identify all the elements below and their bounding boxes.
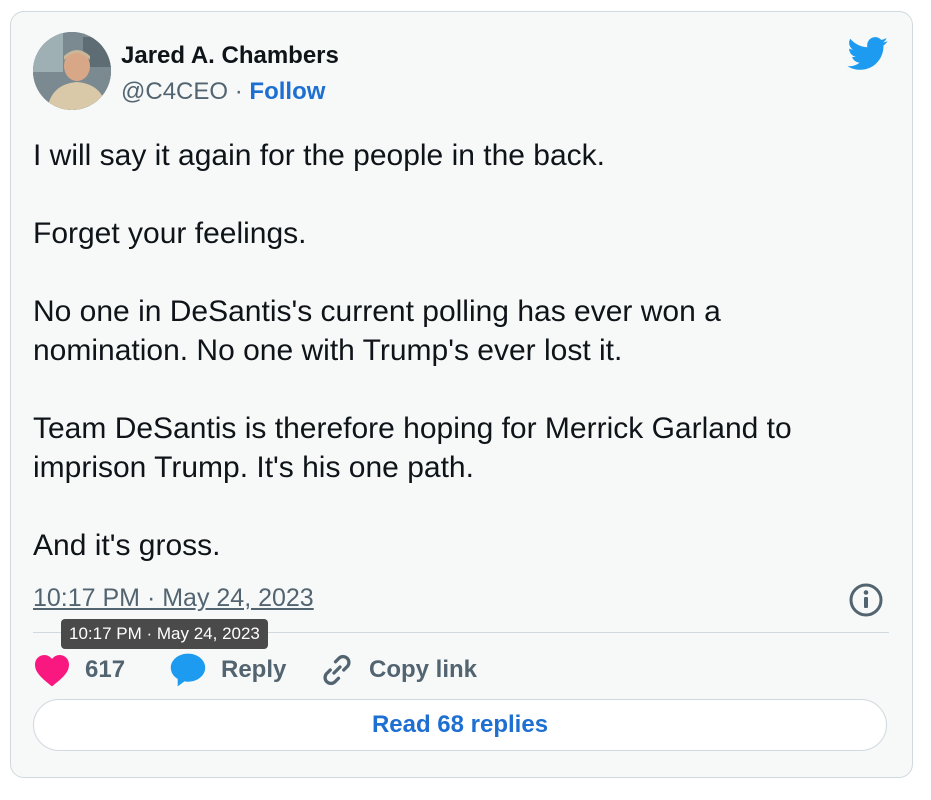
tweet-paragraph: No one in DeSantis's current polling has… [33,295,721,367]
tweet-paragraph: And it's gross. [33,529,221,562]
tweet-paragraph: Team DeSantis is therefore hoping for Me… [33,412,792,484]
avatar[interactable] [33,32,111,110]
speech-bubble-icon [170,653,206,687]
like-button[interactable]: 617 [33,650,125,690]
reply-button[interactable]: Reply [169,650,286,690]
copy-link-button[interactable]: Copy link [319,650,477,690]
tweet-card: Jared A. Chambers @C4CEO · Follow I will… [10,11,913,778]
follow-button[interactable]: Follow [249,78,325,105]
author-handle[interactable]: @C4CEO [121,78,228,105]
twitter-bird-icon[interactable] [847,37,889,71]
info-icon[interactable] [847,581,885,619]
tweet-paragraph: I will say it again for the people in th… [33,139,605,172]
link-icon [323,654,351,686]
handle-row: @C4CEO · Follow [121,78,325,106]
tweet-paragraph: Forget your feelings. [33,217,307,250]
like-count: 617 [85,656,126,683]
tweet-timestamp[interactable]: 10:17 PM · May 24, 2023 [33,584,314,613]
tweet-text: I will say it again for the people in th… [33,136,873,604]
timestamp-tooltip: 10:17 PM · May 24, 2023 [61,619,268,649]
copy-link-label: Copy link [369,656,478,683]
author-name[interactable]: Jared A. Chambers [121,42,339,70]
heart-icon [35,655,69,687]
reply-label: Reply [221,656,287,683]
read-replies-button[interactable]: Read 68 replies [33,699,887,751]
separator: · [234,78,243,105]
